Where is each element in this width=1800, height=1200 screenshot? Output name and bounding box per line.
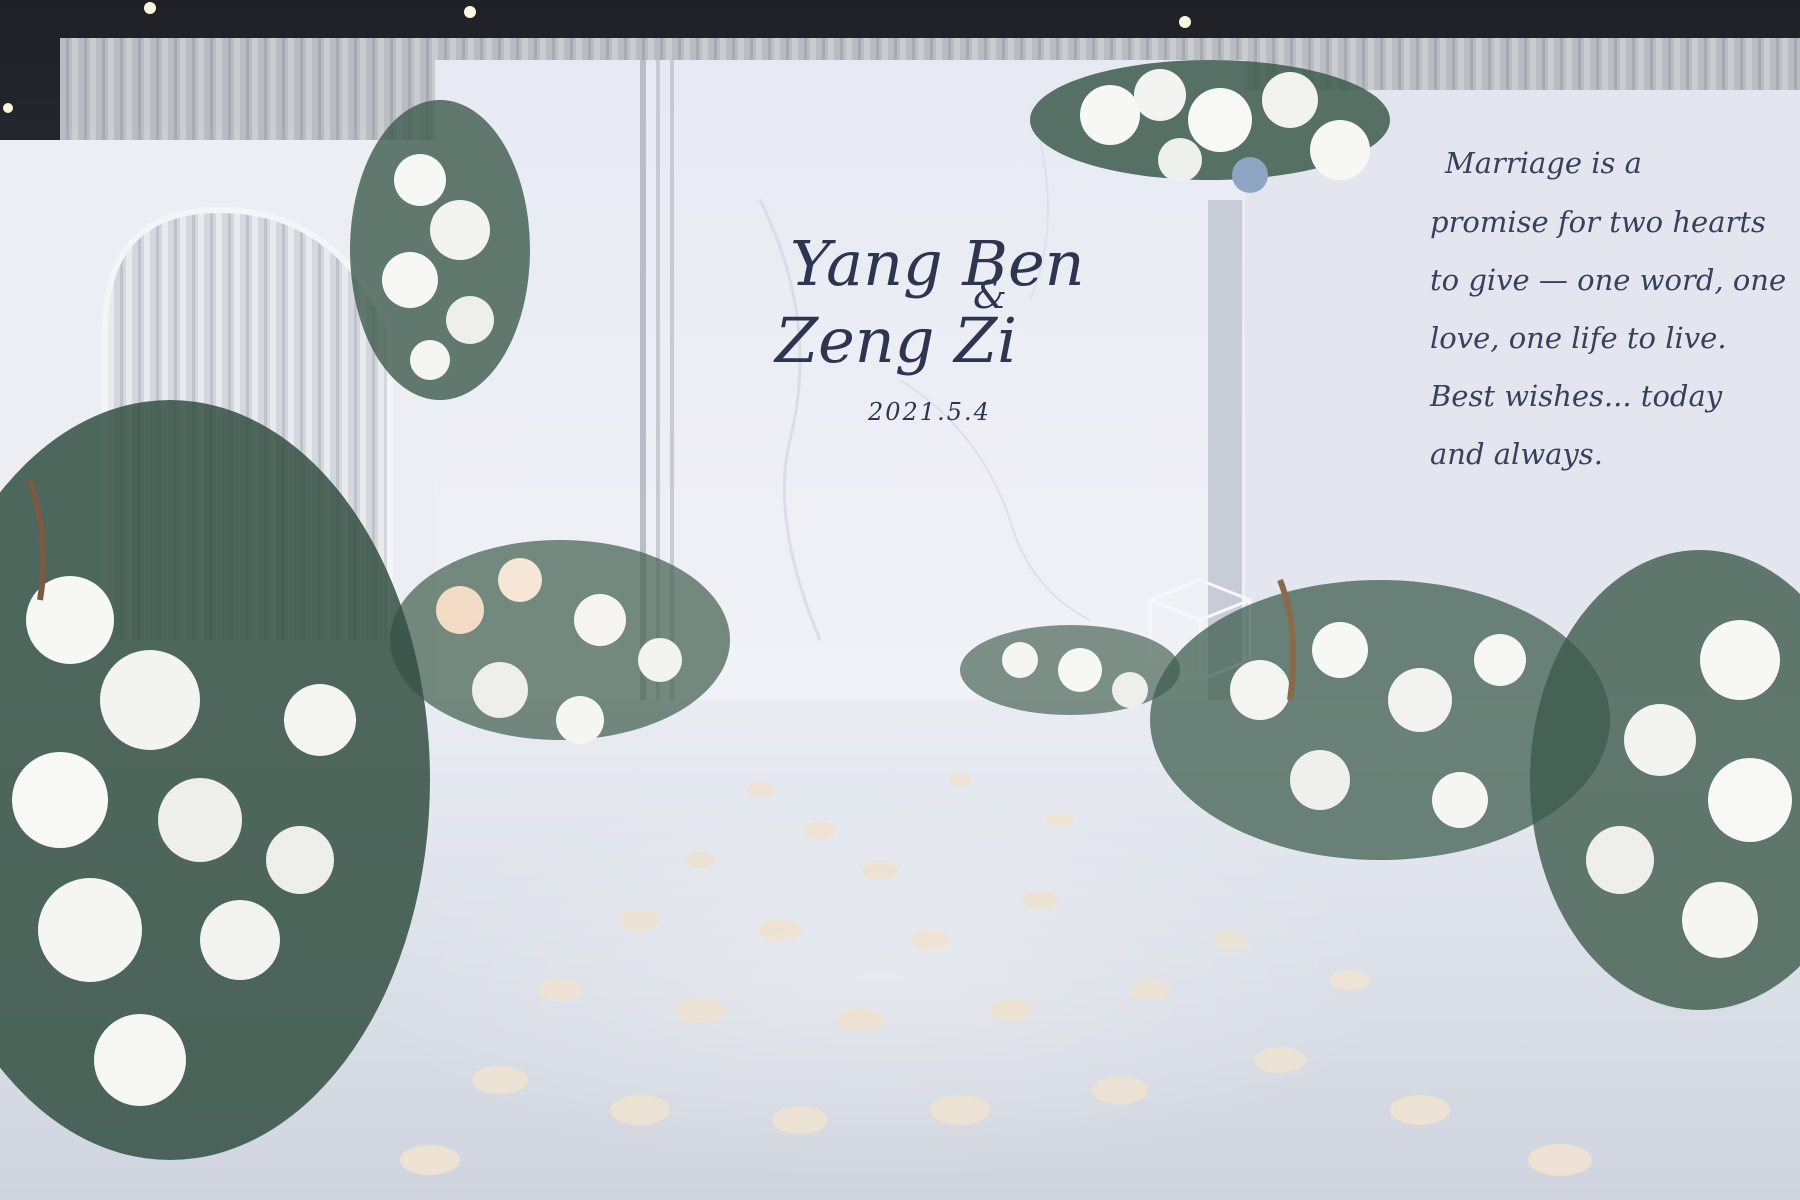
wedding-stage-photo: Yang Ben & Zeng Zi 2021.5.4 Marriage is … xyxy=(0,0,1800,1200)
quote-line: Marriage is a xyxy=(1444,146,1642,180)
stage-illustration: Yang Ben & Zeng Zi 2021.5.4 Marriage is … xyxy=(0,0,1800,1200)
left-upper-floral xyxy=(350,100,530,400)
wedding-date: 2021.5.4 xyxy=(867,398,991,426)
quote-line: love, one life to live. xyxy=(1430,321,1727,355)
center-right-floral xyxy=(960,625,1180,715)
quote-line: and always. xyxy=(1430,437,1603,471)
quote-line: Best wishes... today xyxy=(1429,379,1723,413)
name-one: Yang Ben xyxy=(790,227,1085,300)
quote-line: to give — one word, one xyxy=(1430,263,1786,297)
quote-line: promise for two hearts xyxy=(1430,205,1766,239)
name-two: Zeng Zi xyxy=(773,304,1017,377)
